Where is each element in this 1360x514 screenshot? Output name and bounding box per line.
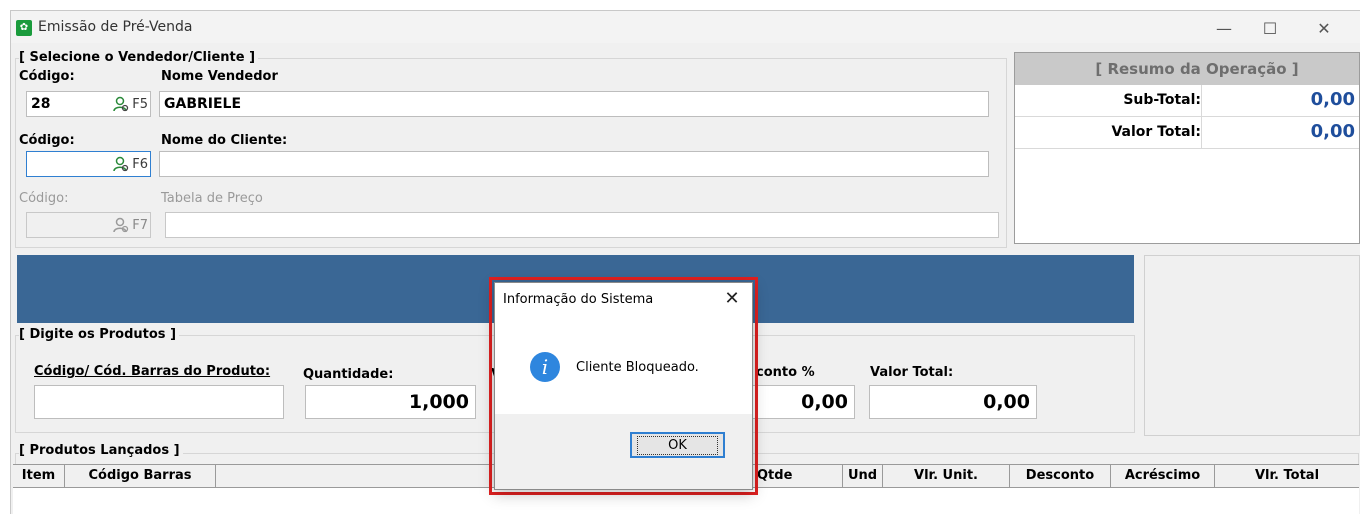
client-name-label: Nome do Cliente: (161, 133, 288, 148)
vendor-lookup-button[interactable]: F5 (112, 95, 148, 113)
dialog-title: Informação do Sistema (503, 292, 654, 307)
total-row: Valor Total: 0,00 (1015, 117, 1359, 149)
window-title: Emissão de Pré-Venda (38, 19, 193, 35)
price-table-name-field (165, 212, 999, 238)
highlight-frame: Informação do Sistema ✕ i Cliente Bloque… (489, 277, 758, 495)
title-bar: ✿ Emissão de Pré-Venda — ☐ ✕ (11, 11, 1360, 43)
price-table-code-input[interactable]: F7 (26, 212, 151, 238)
vendor-client-group-title: [ Selecione o Vendedor/Cliente ] (19, 50, 259, 65)
col-unit[interactable]: Und (843, 465, 883, 487)
col-quantity[interactable]: Qtde (751, 465, 843, 487)
minimize-button[interactable]: — (1201, 15, 1247, 41)
col-item[interactable]: Item (13, 465, 65, 487)
summary-title: [ Resumo da Operação ] (1015, 53, 1359, 85)
client-lookup-button[interactable]: F6 (112, 155, 148, 173)
discount-label: conto % (756, 365, 815, 380)
information-icon: i (530, 352, 560, 382)
vendor-name-value: GABRIELE (164, 96, 242, 112)
price-table-shortcut: F7 (132, 217, 148, 233)
client-name-field (159, 151, 989, 177)
subtotal-value: 0,00 (1310, 89, 1355, 110)
discount-input[interactable]: 0,00 (751, 385, 855, 419)
quantity-input[interactable]: 1,000 (305, 385, 476, 419)
col-total[interactable]: Vlr. Total (1215, 465, 1359, 487)
user-search-icon (113, 217, 129, 233)
vendor-name-label: Nome Vendedor (161, 69, 278, 84)
user-search-icon (113, 96, 129, 112)
col-surcharge[interactable]: Acréscimo (1111, 465, 1215, 487)
col-discount[interactable]: Desconto (1010, 465, 1111, 487)
total-label: Valor Total: (1111, 124, 1201, 140)
client-code-label: Código: (19, 133, 75, 148)
user-search-icon (113, 156, 129, 172)
product-code-label: Código/ Cód. Barras do Produto: (34, 364, 271, 379)
client-shortcut: F6 (132, 156, 148, 172)
price-table-lookup-button[interactable]: F7 (112, 216, 148, 234)
product-image-panel (1144, 255, 1360, 436)
subtotal-label: Sub-Total: (1123, 92, 1201, 108)
client-code-input[interactable]: F6 (26, 151, 151, 177)
discount-value: 0,00 (801, 391, 848, 413)
operation-summary: [ Resumo da Operação ] Sub-Total: 0,00 V… (1014, 52, 1360, 244)
total-value: 0,00 (1310, 121, 1355, 142)
price-table-code-label: Código: (19, 191, 69, 206)
vendor-code-value: 28 (31, 96, 51, 112)
app-icon: ✿ (16, 20, 32, 36)
quantity-value: 1,000 (408, 391, 469, 413)
item-total-value: 0,00 (983, 391, 1030, 413)
maximize-button[interactable]: ☐ (1247, 15, 1293, 41)
dialog-footer: OK (495, 414, 752, 489)
col-unit-price[interactable]: Vlr. Unit. (883, 465, 1010, 487)
col-barcode[interactable]: Código Barras (65, 465, 216, 487)
subtotal-row: Sub-Total: 0,00 (1015, 85, 1359, 117)
item-total-field: 0,00 (869, 385, 1037, 419)
price-table-name-label: Tabela de Preço (161, 191, 263, 206)
dialog-close-button[interactable]: ✕ (718, 287, 746, 311)
vendor-code-label: Código: (19, 69, 75, 84)
info-dialog: Informação do Sistema ✕ i Cliente Bloque… (494, 282, 753, 490)
ok-button-label: OK (637, 435, 718, 455)
quantity-label: Quantidade: (303, 367, 394, 382)
item-total-label: Valor Total: (870, 365, 954, 380)
vendor-shortcut: F5 (132, 96, 148, 112)
product-code-input[interactable] (34, 385, 284, 419)
dialog-message: Cliente Bloqueado. (576, 360, 699, 375)
launched-products-group-title: [ Produtos Lançados ] (19, 443, 183, 458)
products-entry-group-title: [ Digite os Produtos ] (19, 327, 180, 342)
vendor-code-input[interactable]: 28 F5 (26, 91, 151, 117)
vendor-name-field: GABRIELE (159, 91, 989, 117)
close-button[interactable]: ✕ (1301, 15, 1347, 41)
ok-button[interactable]: OK (630, 432, 725, 458)
